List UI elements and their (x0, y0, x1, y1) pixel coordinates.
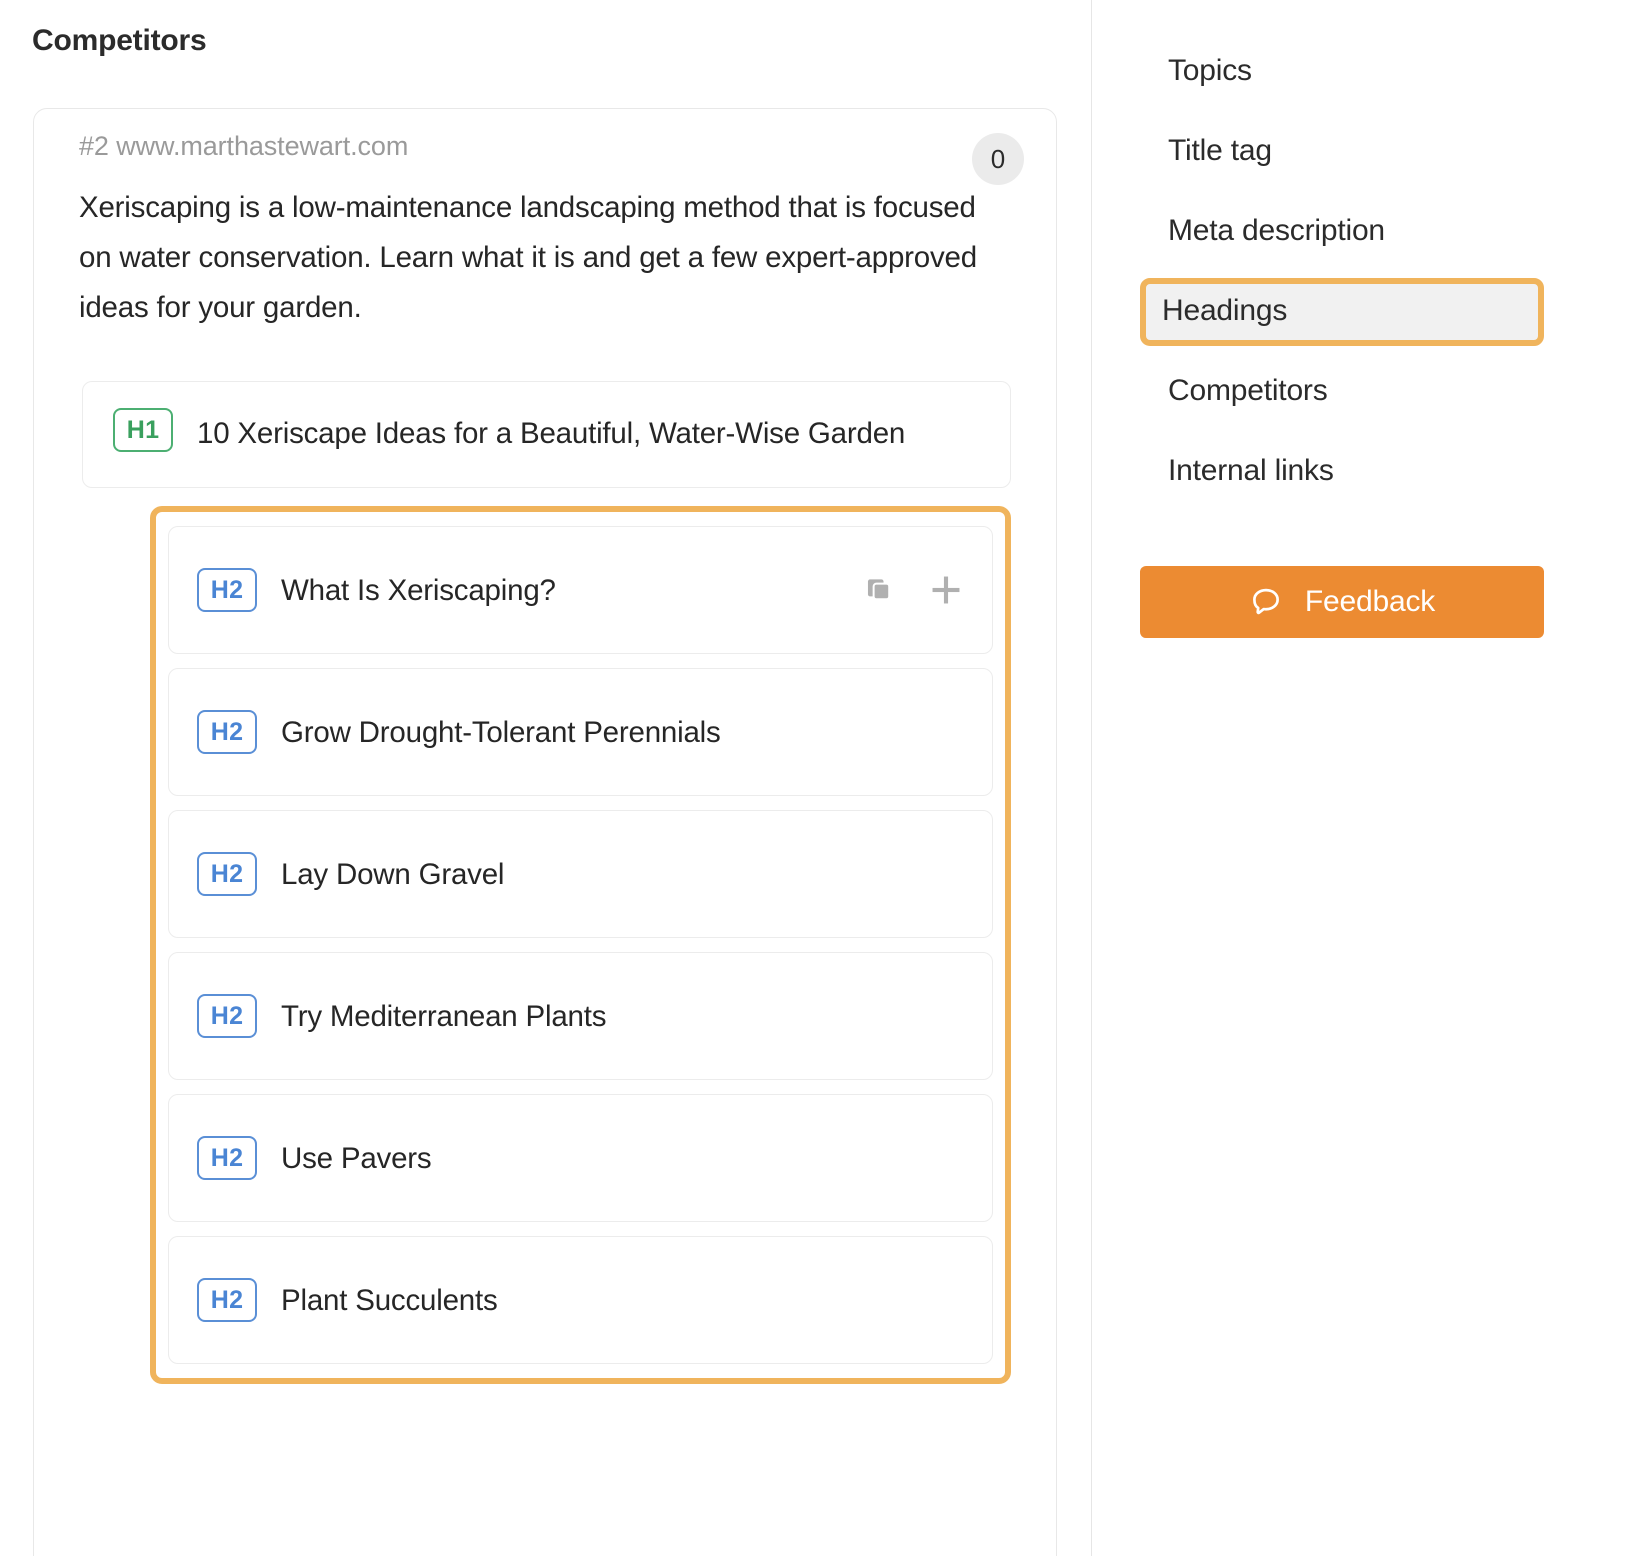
heading-text-h2: Grow Drought-Tolerant Perennials (281, 707, 721, 758)
headings-h2-group-highlight: H2 What Is Xeriscaping? (150, 506, 1011, 1384)
heading-text-h2: Try Mediterranean Plants (281, 991, 606, 1042)
main-panel: Competitors #2 www.marthastewart.com 0 X… (0, 0, 1091, 1556)
copy-icon[interactable] (860, 570, 900, 610)
speech-bubble-icon (1249, 585, 1283, 619)
status-badge: 0 (972, 133, 1024, 185)
heading-row-actions (860, 570, 966, 610)
competitor-card-header: #2 www.marthastewart.com 0 (34, 109, 1056, 183)
heading-row-h1[interactable]: H1 10 Xeriscape Ideas for a Beautiful, W… (82, 381, 1011, 488)
feedback-button[interactable]: Feedback (1140, 566, 1544, 638)
heading-row-h2[interactable]: H2 Lay Down Gravel (168, 810, 993, 938)
sidebar-item-meta-description[interactable]: Meta description (1140, 198, 1544, 266)
sidebar-item-competitors[interactable]: Competitors (1140, 358, 1544, 426)
competitor-rank-url[interactable]: #2 www.marthastewart.com (79, 131, 408, 162)
plus-icon[interactable] (926, 570, 966, 610)
sidebar-nav: Topics Title tag Meta description Headin… (1140, 38, 1632, 506)
heading-row-h2[interactable]: H2 Try Mediterranean Plants (168, 952, 993, 1080)
heading-text-h2: What Is Xeriscaping? (281, 565, 556, 616)
heading-tag-h2: H2 (197, 994, 257, 1038)
feedback-button-label: Feedback (1305, 585, 1435, 619)
competitor-description: Xeriscaping is a low-maintenance landsca… (79, 183, 996, 333)
heading-tag-h2: H2 (197, 710, 257, 754)
sidebar: Topics Title tag Meta description Headin… (1092, 0, 1632, 1556)
sidebar-item-internal-links[interactable]: Internal links (1140, 438, 1544, 506)
heading-row-h2[interactable]: H2 Plant Succulents (168, 1236, 993, 1364)
heading-tag-h2: H2 (197, 1278, 257, 1322)
heading-row-h2[interactable]: H2 What Is Xeriscaping? (168, 526, 993, 654)
heading-row-h2[interactable]: H2 Grow Drought-Tolerant Perennials (168, 668, 993, 796)
heading-text-h2: Use Pavers (281, 1133, 431, 1184)
heading-text-h1: 10 Xeriscape Ideas for a Beautiful, Wate… (197, 408, 905, 459)
heading-tag-h2: H2 (197, 852, 257, 896)
sidebar-item-topics[interactable]: Topics (1140, 38, 1544, 106)
heading-text-h2: Lay Down Gravel (281, 849, 504, 900)
heading-text-h2: Plant Succulents (281, 1275, 498, 1326)
competitor-card: #2 www.marthastewart.com 0 Xeriscaping i… (33, 108, 1057, 1556)
heading-tag-h2: H2 (197, 568, 257, 612)
page-title: Competitors (32, 24, 206, 58)
heading-tag-h1: H1 (113, 408, 173, 452)
sidebar-item-title-tag[interactable]: Title tag (1140, 118, 1544, 186)
heading-tag-h2: H2 (197, 1136, 257, 1180)
app-root: Competitors #2 www.marthastewart.com 0 X… (0, 0, 1632, 1556)
heading-row-h2[interactable]: H2 Use Pavers (168, 1094, 993, 1222)
sidebar-item-headings[interactable]: Headings (1140, 278, 1544, 346)
